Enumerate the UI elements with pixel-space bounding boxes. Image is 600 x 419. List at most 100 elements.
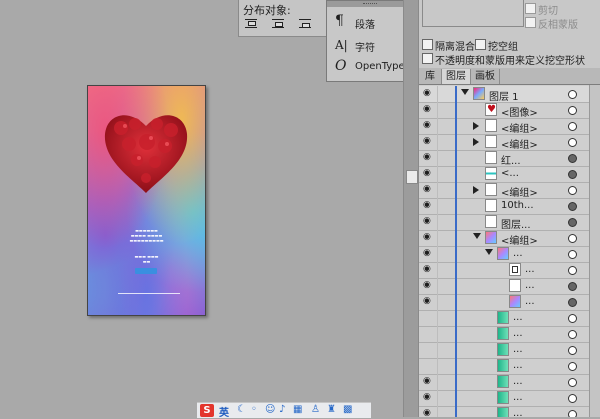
lock-column[interactable]: [437, 278, 438, 294]
lock-column[interactable]: [437, 342, 438, 358]
visibility-eye-icon[interactable]: ◉: [423, 217, 435, 226]
target-circle-icon[interactable]: [568, 122, 577, 131]
visibility-eye-icon[interactable]: ◉: [423, 249, 435, 258]
distribute-top-icon[interactable]: [245, 19, 257, 29]
target-circle-icon[interactable]: [568, 218, 577, 227]
layer-row[interactable]: ◉ <编组>: [419, 118, 589, 135]
invert-mask-checkbox[interactable]: [525, 17, 536, 28]
target-circle-icon[interactable]: [568, 410, 577, 417]
visibility-eye-icon[interactable]: ◉: [423, 265, 435, 274]
lock-column[interactable]: [437, 134, 438, 150]
comma-icon[interactable]: ◦: [251, 404, 257, 415]
visibility-eye-icon[interactable]: ◉: [423, 185, 435, 194]
knockout-group-checkbox[interactable]: [475, 39, 486, 50]
target-circle-icon[interactable]: [568, 250, 577, 259]
target-circle-icon[interactable]: [568, 378, 577, 387]
visibility-eye-icon[interactable]: ◉: [423, 393, 435, 402]
target-circle-icon[interactable]: [568, 394, 577, 403]
layer-row[interactable]: ...: [419, 326, 589, 343]
visibility-eye-icon[interactable]: ◉: [423, 409, 435, 418]
menu-item-paragraph[interactable]: ¶ 段落: [327, 11, 413, 33]
target-circle-icon[interactable]: [568, 138, 577, 147]
lock-column[interactable]: [437, 406, 438, 417]
lock-column[interactable]: [437, 230, 438, 246]
lock-column[interactable]: [437, 166, 438, 182]
expand-right-icon[interactable]: [473, 138, 479, 146]
lock-column[interactable]: [437, 246, 438, 262]
layer-row[interactable]: ◉ 10th...: [419, 198, 589, 215]
visibility-eye-icon[interactable]: ◉: [423, 105, 435, 114]
keyboard-icon[interactable]: ▦: [293, 404, 302, 415]
visibility-eye-icon[interactable]: ◉: [423, 121, 435, 130]
layer-row[interactable]: ◉...: [419, 278, 589, 295]
grid-icon[interactable]: ▩: [343, 404, 352, 415]
lock-column[interactable]: [437, 118, 438, 134]
layer-row[interactable]: ◉...: [419, 246, 589, 263]
mic-icon[interactable]: ♪: [279, 404, 285, 415]
target-circle-icon[interactable]: [568, 186, 577, 195]
visibility-hidden-icon[interactable]: [423, 361, 435, 370]
layer-row[interactable]: ◉...: [419, 406, 589, 417]
layer-row[interactable]: ...: [419, 342, 589, 359]
target-circle-icon[interactable]: [568, 298, 577, 307]
lock-column[interactable]: [437, 198, 438, 214]
shirt-icon[interactable]: ♜: [327, 404, 336, 415]
lock-column[interactable]: [437, 358, 438, 374]
layers-scrollbar[interactable]: [589, 85, 600, 417]
target-circle-icon[interactable]: [568, 202, 577, 211]
lock-column[interactable]: [437, 390, 438, 406]
visibility-hidden-icon[interactable]: [423, 329, 435, 338]
visibility-eye-icon[interactable]: ◉: [423, 201, 435, 210]
tab-artboards[interactable]: 画板: [471, 69, 500, 84]
layer-row[interactable]: ◉...: [419, 390, 589, 407]
layer-row[interactable]: ...: [419, 310, 589, 327]
expand-down-icon[interactable]: [461, 89, 469, 95]
smile-icon[interactable]: ☺: [265, 404, 275, 415]
lock-column[interactable]: [437, 150, 438, 166]
target-circle-icon[interactable]: [568, 362, 577, 371]
clip-checkbox[interactable]: [525, 3, 536, 14]
expand-right-icon[interactable]: [473, 122, 479, 130]
person-icon[interactable]: ♙: [311, 404, 320, 415]
target-circle-icon[interactable]: [568, 346, 577, 355]
layer-row[interactable]: ◉ 图层 1: [419, 86, 589, 103]
sogou-logo-icon[interactable]: S: [200, 404, 214, 417]
menu-item-opentype[interactable]: O OpenType: [327, 56, 413, 78]
visibility-eye-icon[interactable]: ◉: [423, 137, 435, 146]
visibility-eye-icon[interactable]: ◉: [423, 377, 435, 386]
panel-grip[interactable]: [327, 1, 413, 7]
lock-column[interactable]: [437, 294, 438, 310]
target-circle-icon[interactable]: [568, 170, 577, 179]
lock-column[interactable]: [437, 310, 438, 326]
target-circle-icon[interactable]: [568, 106, 577, 115]
tab-libraries[interactable]: 库: [419, 69, 442, 84]
layer-row[interactable]: ◉...: [419, 262, 589, 279]
distribute-vcenter-icon[interactable]: [272, 19, 284, 29]
artboard-canvas[interactable]: ▬▬▬▬▬▬ ▬▬▬▬ ▬▬▬▬ ▬▬▬▬▬▬▬▬▬ ▬▬▬ ▬▬▬ ▬▬: [87, 85, 206, 316]
layer-row[interactable]: ◉ ♥ <图像>: [419, 102, 589, 119]
lock-column[interactable]: [437, 86, 438, 102]
visibility-eye-icon[interactable]: ◉: [423, 281, 435, 290]
visibility-hidden-icon[interactable]: [423, 313, 435, 322]
target-circle-icon[interactable]: [568, 314, 577, 323]
layer-row[interactable]: ◉ 图层...: [419, 214, 589, 231]
layer-row[interactable]: ◉ <...: [419, 166, 589, 183]
expand-down-icon[interactable]: [485, 249, 493, 255]
visibility-eye-icon[interactable]: ◉: [423, 233, 435, 242]
layer-row[interactable]: ◉ <编组>: [419, 134, 589, 151]
visibility-hidden-icon[interactable]: [423, 345, 435, 354]
layer-row[interactable]: ◉ <编组>: [419, 182, 589, 199]
lock-column[interactable]: [437, 262, 438, 278]
visibility-eye-icon[interactable]: ◉: [423, 153, 435, 162]
moon-icon[interactable]: ☾: [237, 404, 246, 415]
lock-column[interactable]: [437, 214, 438, 230]
menu-item-character[interactable]: A| 字符: [327, 34, 413, 56]
layer-row[interactable]: ◉...: [419, 374, 589, 391]
collapse-handle[interactable]: [406, 170, 418, 184]
expand-down-icon[interactable]: [473, 233, 481, 239]
target-circle-icon[interactable]: [568, 266, 577, 275]
opacity-mask-checkbox[interactable]: [422, 53, 433, 64]
lock-column[interactable]: [437, 102, 438, 118]
lock-column[interactable]: [437, 326, 438, 342]
layer-row[interactable]: ...: [419, 358, 589, 375]
